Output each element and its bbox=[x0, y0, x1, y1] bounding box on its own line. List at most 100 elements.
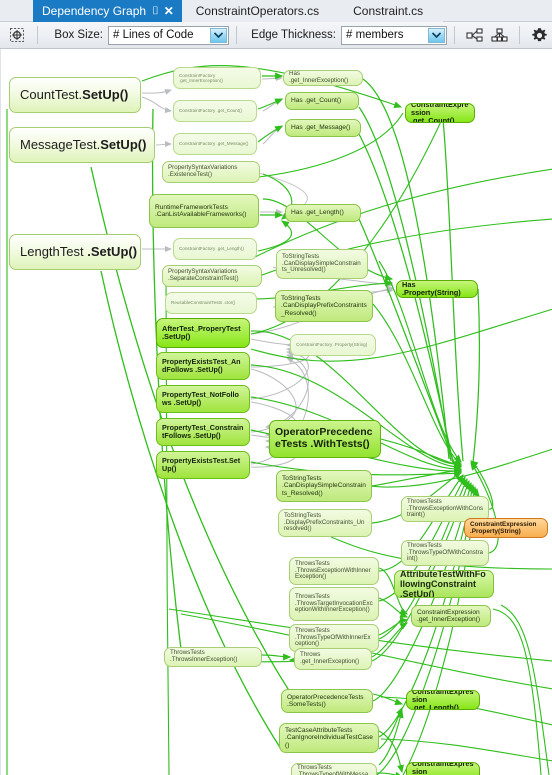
graph-node-label: OperatorPrecedenceTests .SomeTests() bbox=[287, 693, 364, 708]
graph-node[interactable]: OperatorPrecedenceTests .WithTests() bbox=[269, 420, 381, 458]
graph-node[interactable]: PropertySyntaxVariations .ExistenceTest(… bbox=[162, 161, 260, 183]
graph-node[interactable]: Has .get_Count() bbox=[285, 92, 359, 110]
graph-node[interactable]: ConstraintFactory .Property(String) bbox=[290, 334, 376, 356]
dependency-graph-window: Dependency Graph ⌷ ✕ ConstraintOperators… bbox=[0, 0, 552, 775]
graph-node[interactable]: CountTest.SetUp() bbox=[9, 77, 141, 113]
graph-node[interactable]: ThrowsTests .ThrowsInnerException() bbox=[164, 647, 262, 667]
graph-node-label: ReusableConstraintTests .ctor() bbox=[171, 300, 236, 306]
graph-node-label: AttributeTestWithFollowingConstraint .Se… bbox=[400, 570, 486, 598]
graph-node[interactable]: ConstraintExpression .Property(String) bbox=[464, 518, 548, 538]
graph-node[interactable]: LengthTest .SetUp() bbox=[9, 234, 141, 270]
graph-node-label: ConstraintExpression .get_Length() bbox=[412, 690, 474, 710]
box-size-select[interactable]: # Lines of Code bbox=[108, 25, 229, 45]
graph-node[interactable]: MessageTest.SetUp() bbox=[9, 127, 155, 163]
toolbar-separator-2 bbox=[235, 26, 237, 44]
graph-node[interactable]: PropertyExistsTest.SetUp() bbox=[156, 451, 250, 479]
graph-node-label: PropertySyntaxVariations .ExistenceTest(… bbox=[168, 164, 238, 178]
graph-node-label: ToStringTests .CanDisplaySimpleConstrain… bbox=[282, 474, 366, 497]
graph-node[interactable]: ToStringTests .CanDisplayPrefixConstrain… bbox=[275, 290, 373, 322]
pin-icon[interactable]: ⌷ bbox=[152, 5, 159, 17]
graph-node-label: ConstraintExpression .Property(String) bbox=[470, 520, 537, 535]
graph-node-label: ToStringTests .DisplayPrefixConstraints_… bbox=[284, 511, 365, 533]
graph-node-label: ThrowsTests .ThrowsInnerException() bbox=[170, 649, 238, 663]
graph-node-label: ConstraintExpression .get_Message() bbox=[412, 762, 474, 775]
graph-node-label: Has .get_Count() bbox=[291, 97, 342, 105]
legend-icon[interactable] bbox=[462, 24, 487, 46]
graph-node[interactable]: ThrowsTests .ThrowsTypeOfWithConstraint(… bbox=[401, 540, 489, 566]
toolbar-separator-1 bbox=[36, 26, 38, 44]
graph-node[interactable]: ConstraintFactory .get_Length() bbox=[173, 238, 257, 260]
graph-node[interactable]: ConstraintFactory .get_InnerException() bbox=[173, 67, 261, 89]
graph-node-label: ConstraintFactory .get_Count() bbox=[179, 108, 243, 114]
graph-node[interactable]: ThrowsTests .ThrowsTargetInvocationExcep… bbox=[289, 587, 379, 621]
graph-node[interactable]: ConstraintExpression .get_InnerException… bbox=[411, 605, 491, 627]
graph-node-label: OperatorPrecedenceTests .WithTests() bbox=[275, 426, 373, 450]
graph-node-label: ConstraintFactory .get_InnerException() bbox=[179, 72, 223, 83]
graph-node-label: ThrowsTests .ThrowsExceptionWithInnerExc… bbox=[295, 559, 371, 581]
graph-node[interactable]: ReusableConstraintTests .ctor() bbox=[165, 292, 257, 314]
edge-thickness-label: Edge Thickness: bbox=[251, 29, 336, 41]
close-icon[interactable]: ✕ bbox=[164, 5, 174, 17]
graph-node[interactable]: Has .Property(String) bbox=[396, 280, 478, 298]
tab-constraint-cs-label: Constraint.cs bbox=[353, 4, 424, 18]
graph-node[interactable]: ConstraintFactory .get_Count() bbox=[173, 100, 257, 122]
box-size-label: Box Size: bbox=[54, 29, 103, 41]
toolbar-separator-4 bbox=[519, 26, 521, 44]
graph-node[interactable]: AfterTest_ProperyTest .SetUp() bbox=[156, 318, 250, 348]
graph-node[interactable]: AttributeTestWithFollowingConstraint .Se… bbox=[394, 570, 494, 598]
graph-node[interactable]: ToStringTests .DisplayPrefixConstraints_… bbox=[278, 509, 372, 537]
graph-node-label: ToStringTests .CanDisplaySimpleConstrain… bbox=[282, 252, 361, 274]
graph-node[interactable]: ThrowsTests .ThrowsExceptionWithInnerExc… bbox=[289, 557, 379, 585]
graph-node[interactable]: Throws .get_InnerException() bbox=[294, 648, 372, 670]
toolbar-separator-3 bbox=[454, 26, 456, 44]
tab-constraint-operators-cs[interactable]: ConstraintOperators.cs bbox=[181, 0, 340, 22]
tab-constraint-cs[interactable]: Constraint.cs bbox=[339, 0, 444, 22]
graph-node-label: TestCaseAttributeTests .CanIgnoreIndivid… bbox=[285, 726, 373, 749]
graph-node[interactable]: OperatorPrecedenceTests .SomeTests() bbox=[281, 689, 373, 713]
graph-node[interactable]: PropertyExistsTest_AndFollows .SetUp() bbox=[156, 352, 250, 380]
tab-constraint-operators-cs-label: ConstraintOperators.cs bbox=[195, 4, 320, 18]
graph-node[interactable]: ToStringTests .CanDisplaySimpleConstrain… bbox=[276, 470, 372, 502]
graph-node-label: ConstraintExpression .get_Count() bbox=[411, 103, 469, 123]
graph-node-label: Has .Property(String) bbox=[402, 280, 461, 297]
tab-dependency-graph[interactable]: Dependency Graph ⌷ ✕ bbox=[33, 0, 182, 22]
graph-node-label: ThrowsTests .ThrowsExceptionWithConstrai… bbox=[407, 497, 483, 519]
graph-node[interactable]: PropertyTest_ConstraintFollows .SetUp() bbox=[156, 418, 250, 446]
graph-node-label: Has .get_InnerException() bbox=[289, 70, 349, 84]
hierarchy-layout-icon[interactable] bbox=[487, 24, 512, 46]
gear-icon[interactable] bbox=[527, 24, 552, 46]
edge-thickness-select[interactable]: # members bbox=[340, 25, 448, 45]
chevron-down-icon[interactable] bbox=[209, 27, 227, 43]
box-size-value: # Lines of Code bbox=[113, 29, 194, 41]
graph-node-label: PropertyExistsTest.SetUp() bbox=[162, 455, 241, 473]
graph-node[interactable]: ConstraintExpression .get_Length() bbox=[406, 690, 480, 710]
graph-node[interactable]: Has .get_Length() bbox=[285, 204, 361, 222]
graph-toolbar: Box Size: # Lines of Code Edge Thickness… bbox=[0, 22, 552, 49]
graph-node-label: CountTest.SetUp() bbox=[20, 86, 129, 102]
graph-node[interactable]: PropertyTest_NotFollows .SetUp() bbox=[156, 385, 250, 413]
graph-node[interactable]: PropertySyntaxVariations .SeparateConstr… bbox=[162, 265, 262, 287]
tab-strip: Dependency Graph ⌷ ✕ ConstraintOperators… bbox=[0, 0, 552, 22]
tab-strip-left-pad bbox=[0, 0, 33, 21]
graph-node-label: ThrowsTests .ThrowsTypeOfWithInnerExcept… bbox=[295, 626, 371, 648]
graph-node-label: PropertyTest_NotFollows .SetUp() bbox=[162, 389, 239, 407]
graph-node-label: Throws .get_InnerException() bbox=[300, 651, 360, 665]
graph-node[interactable]: ThrowsTests .ThrowsTypeofWithMessage() bbox=[291, 763, 377, 775]
zoom-target-icon[interactable] bbox=[5, 24, 30, 46]
graph-node[interactable]: ConstraintFactory .get_Message() bbox=[173, 133, 257, 155]
chevron-down-icon-2[interactable] bbox=[428, 27, 446, 43]
graph-node[interactable]: Has .get_Message() bbox=[285, 119, 361, 137]
graph-node-label: ConstraintFactory .get_Length() bbox=[179, 246, 244, 252]
graph-node[interactable]: ConstraintExpression .get_Count() bbox=[405, 103, 475, 123]
graph-node-label: ThrowsTests .ThrowsTypeofWithMessage() bbox=[297, 763, 369, 775]
graph-node[interactable]: RuntimeFrameworkTests .CanListAvailableF… bbox=[149, 194, 259, 228]
graph-node-label: LengthTest .SetUp() bbox=[20, 243, 138, 259]
graph-node-label: PropertyExistsTest_AndFollows .SetUp() bbox=[162, 356, 241, 374]
graph-node-label: Has .get_Message() bbox=[291, 124, 351, 132]
graph-node[interactable]: ToStringTests .CanDisplaySimpleConstrain… bbox=[276, 249, 368, 279]
graph-node[interactable]: TestCaseAttributeTests .CanIgnoreIndivid… bbox=[279, 723, 379, 753]
tab-dependency-graph-label: Dependency Graph bbox=[42, 4, 147, 18]
graph-node[interactable]: ConstraintExpression .get_Message() bbox=[406, 762, 480, 775]
graph-node[interactable]: Has .get_InnerException() bbox=[283, 70, 363, 86]
graph-canvas[interactable]: CountTest.SetUp() MessageTest.SetUp() Leng… bbox=[0, 49, 552, 775]
